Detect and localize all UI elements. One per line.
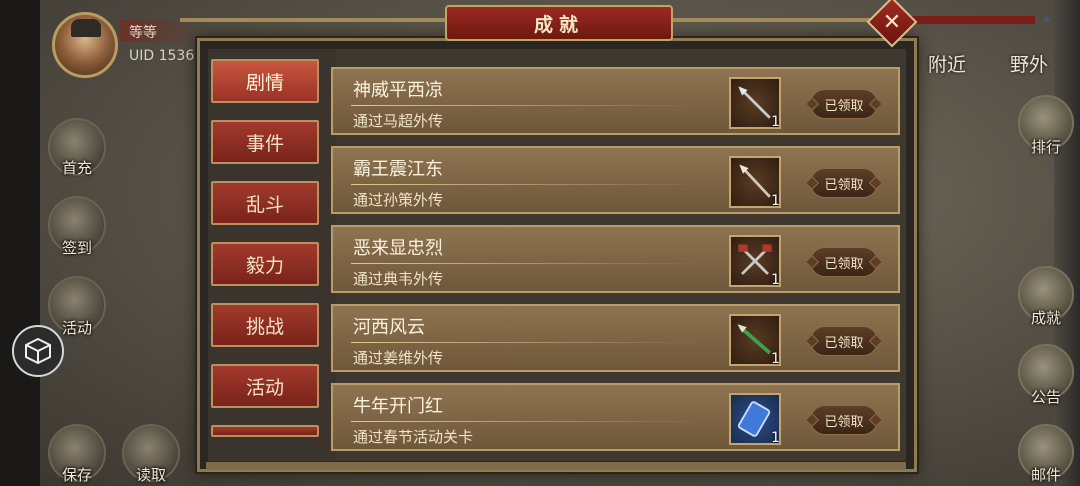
item-count: 1 bbox=[771, 351, 780, 367]
player-uid: UID 1536 bbox=[129, 48, 195, 64]
item-count: 1 bbox=[771, 272, 780, 288]
row-divider bbox=[351, 263, 701, 264]
mail-label: 邮件 bbox=[1030, 466, 1061, 484]
reward-item-slot[interactable]: 1 bbox=[729, 235, 781, 288]
claimed-button[interactable]: 已领取 bbox=[810, 405, 878, 435]
achievement-desc: 通过春节活动关卡 bbox=[353, 428, 474, 446]
first-recharge-label: 首充 bbox=[61, 159, 92, 177]
close-icon[interactable]: ✕ bbox=[874, 4, 910, 40]
claimed-button[interactable]: 已领取 bbox=[810, 168, 878, 198]
category-tab-activity[interactable]: 活动 bbox=[211, 364, 319, 408]
left-edge-shade bbox=[0, 0, 40, 486]
panel-bottom-bar bbox=[206, 462, 906, 470]
row-divider bbox=[351, 184, 701, 185]
cube-icon bbox=[25, 337, 51, 365]
save-label: 保存 bbox=[61, 466, 92, 484]
top-red-bar bbox=[910, 16, 1035, 24]
category-tab-perseverance[interactable]: 毅力 bbox=[211, 242, 319, 286]
item-count: 1 bbox=[771, 114, 780, 130]
category-tab-partial[interactable] bbox=[211, 425, 319, 437]
floating-toolbox-button[interactable] bbox=[12, 325, 64, 377]
category-tab-event[interactable]: 事件 bbox=[211, 120, 319, 164]
item-count: 1 bbox=[771, 430, 780, 446]
achievement-row: 牛年开门红 通过春节活动关卡 1 已领取 bbox=[331, 383, 900, 451]
claimed-button[interactable]: 已领取 bbox=[810, 89, 878, 119]
title-wing-right bbox=[673, 18, 873, 22]
achievement-row: 河西风云 通过姜维外传 1 已领取 bbox=[331, 304, 900, 372]
achievement-title: 神威平西凉 bbox=[353, 80, 443, 101]
achievement-desc: 通过典韦外传 bbox=[353, 270, 444, 288]
achievement-desc: 通过孙策外传 bbox=[353, 191, 444, 209]
achievement-row: 霸王震江东 通过孙策外传 1 已领取 bbox=[331, 146, 900, 214]
achievement-label: 成就 bbox=[1030, 309, 1061, 327]
category-tab-story[interactable]: 剧情 bbox=[211, 59, 319, 103]
tab-nearby[interactable]: 附近 bbox=[928, 50, 966, 77]
ranking-label: 排行 bbox=[1030, 138, 1061, 156]
reward-item-slot[interactable]: 1 bbox=[729, 393, 781, 446]
reward-item-slot[interactable]: 1 bbox=[729, 77, 781, 130]
achievement-desc: 通过马超外传 bbox=[353, 112, 444, 130]
claimed-button[interactable]: 已领取 bbox=[810, 326, 878, 356]
title-wing-left bbox=[180, 18, 445, 22]
achievement-title: 河西风云 bbox=[353, 317, 425, 338]
load-label: 读取 bbox=[135, 466, 166, 484]
panel-title: 成就 bbox=[445, 5, 673, 41]
category-tab-challenge[interactable]: 挑战 bbox=[211, 303, 319, 347]
reward-item-slot[interactable]: 1 bbox=[729, 156, 781, 209]
tab-field[interactable]: 野外 bbox=[1010, 50, 1048, 77]
row-divider bbox=[351, 421, 701, 422]
right-edge-shade bbox=[1054, 0, 1080, 486]
category-tab-brawl[interactable]: 乱斗 bbox=[211, 181, 319, 225]
emblem-icon: ✦ bbox=[1040, 10, 1054, 29]
achievement-title: 霸王震江东 bbox=[353, 159, 443, 180]
achievement-desc: 通过姜维外传 bbox=[353, 349, 444, 367]
player-avatar[interactable] bbox=[52, 12, 118, 78]
row-divider bbox=[351, 342, 701, 343]
item-count: 1 bbox=[771, 193, 780, 209]
reward-item-slot[interactable]: 1 bbox=[729, 314, 781, 367]
achievement-row: 神威平西凉 通过马超外传 1 已领取 bbox=[331, 67, 900, 135]
achievement-row: 恶来显忠烈 通过典韦外传 1 已领取 bbox=[331, 225, 900, 293]
achievement-title: 牛年开门红 bbox=[353, 396, 443, 417]
notice-label: 公告 bbox=[1030, 388, 1061, 406]
claimed-button[interactable]: 已领取 bbox=[810, 247, 878, 277]
player-name: 等等 bbox=[129, 25, 157, 41]
achievement-title: 恶来显忠烈 bbox=[353, 238, 443, 259]
row-divider bbox=[351, 105, 701, 106]
sign-in-label: 签到 bbox=[61, 239, 92, 257]
